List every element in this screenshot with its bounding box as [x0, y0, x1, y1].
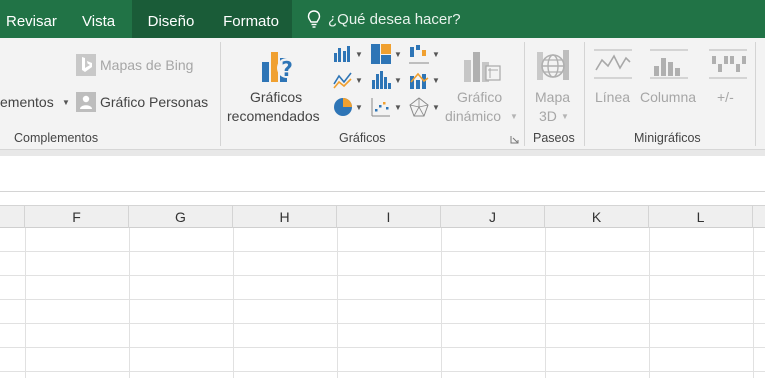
recommended-charts-label-2[interactable]: recomendados — [227, 108, 320, 124]
column-line — [753, 228, 754, 378]
column-line — [25, 228, 26, 378]
column-header-k[interactable]: K — [545, 206, 649, 228]
column-header-partial[interactable] — [0, 206, 25, 228]
my-addins-dropdown-icon[interactable]: ▼ — [62, 98, 70, 107]
my-addins-button[interactable]: ementos — [0, 94, 54, 110]
statistic-chart-icon[interactable] — [371, 70, 391, 90]
sparkline-column-icon — [650, 49, 688, 79]
sparkline-line-icon — [594, 49, 632, 79]
group-label-paseos: Paseos — [533, 131, 575, 145]
lightbulb-icon — [307, 10, 321, 28]
globe-3d-map-icon — [537, 50, 569, 80]
pivot-chart-label-1[interactable]: Gráfico — [457, 89, 502, 105]
recommended-charts-icon: ? — [262, 52, 297, 82]
column-line — [441, 228, 442, 378]
column-line — [649, 228, 650, 378]
group-label-graficos: Gráficos — [339, 131, 386, 145]
ribbon-tab-bar: Revisar Vista Diseño Formato ¿Qué desea … — [0, 0, 765, 38]
column-line — [129, 228, 130, 378]
column-chart-dropdown-icon[interactable]: ▼ — [355, 50, 363, 59]
column-line — [545, 228, 546, 378]
hierarchy-chart-icon[interactable] — [371, 44, 391, 64]
pivot-chart-label-2[interactable]: dinámico — [445, 108, 501, 124]
column-header-l[interactable]: L — [649, 206, 753, 228]
radar-chart-icon[interactable] — [409, 97, 429, 117]
column-header-i[interactable]: I — [337, 206, 441, 228]
column-header-f[interactable]: F — [25, 206, 129, 228]
statistic-chart-dropdown-icon[interactable]: ▼ — [394, 76, 402, 85]
column-line — [337, 228, 338, 378]
scatter-chart-dropdown-icon[interactable]: ▼ — [394, 103, 402, 112]
map-3d-label-1[interactable]: Mapa — [535, 89, 570, 105]
column-line — [233, 228, 234, 378]
row-line — [0, 323, 765, 324]
people-graph-button[interactable]: Gráfico Personas — [100, 94, 208, 110]
column-header-j[interactable]: J — [441, 206, 545, 228]
column-headers: F G H I J K L — [0, 205, 765, 228]
ribbon-panel: ementos ▼ Mapas de Bing Gráfico Personas… — [0, 38, 765, 150]
worksheet-grid[interactable] — [0, 228, 765, 378]
group-label-minigraficos: Minigráficos — [634, 131, 701, 145]
sparkline-winloss-button[interactable]: +/- — [717, 89, 734, 105]
line-chart-icon[interactable] — [333, 70, 353, 90]
group-separator — [755, 42, 756, 146]
sparkline-winloss-icon — [709, 49, 747, 79]
people-graph-icon — [76, 92, 96, 112]
group-separator — [524, 42, 525, 146]
waterfall-chart-dropdown-icon[interactable]: ▼ — [432, 50, 440, 59]
column-header-partial[interactable] — [753, 206, 765, 228]
row-line — [0, 251, 765, 252]
tab-revisar[interactable]: Revisar — [6, 0, 57, 38]
waterfall-chart-icon[interactable] — [409, 44, 429, 64]
svg-text:?: ? — [281, 57, 293, 81]
hierarchy-chart-dropdown-icon[interactable]: ▼ — [394, 50, 402, 59]
formula-bar-area[interactable] — [0, 150, 765, 192]
row-line — [0, 275, 765, 276]
group-label-complementos: Complementos — [14, 131, 99, 145]
pivot-chart-dropdown-icon[interactable]: ▼ — [510, 112, 518, 121]
dialog-launcher-icon[interactable] — [510, 135, 519, 144]
column-header-g[interactable]: G — [129, 206, 233, 228]
tab-vista[interactable]: Vista — [82, 0, 115, 38]
bing-maps-icon — [76, 54, 96, 76]
column-chart-icon[interactable] — [333, 45, 351, 63]
line-chart-dropdown-icon[interactable]: ▼ — [355, 76, 363, 85]
sparkline-line-button[interactable]: Línea — [595, 89, 630, 105]
row-line — [0, 371, 765, 372]
sparkline-column-button[interactable]: Columna — [640, 89, 696, 105]
combo-chart-icon[interactable] — [409, 70, 429, 90]
group-separator — [220, 42, 221, 146]
bing-maps-button[interactable]: Mapas de Bing — [100, 57, 193, 73]
pie-chart-icon[interactable] — [333, 97, 353, 117]
pivot-chart-icon — [464, 52, 501, 82]
radar-chart-dropdown-icon[interactable]: ▼ — [432, 103, 440, 112]
pie-chart-dropdown-icon[interactable]: ▼ — [355, 103, 363, 112]
map-3d-dropdown-icon[interactable]: ▼ — [561, 112, 569, 121]
row-line — [0, 299, 765, 300]
group-separator — [584, 42, 585, 146]
combo-chart-dropdown-icon[interactable]: ▼ — [432, 76, 440, 85]
scatter-chart-icon[interactable] — [371, 97, 391, 117]
tell-me-text: ¿Qué desea hacer? — [328, 10, 461, 28]
map-3d-label-2[interactable]: 3D — [539, 108, 557, 124]
ribbon-shadow — [0, 150, 765, 156]
recommended-charts-label-1[interactable]: Gráficos — [250, 89, 302, 105]
tab-diseno[interactable]: Diseño — [132, 0, 210, 38]
tab-formato[interactable]: Formato — [210, 0, 292, 38]
tell-me-box[interactable]: ¿Qué desea hacer? — [306, 0, 461, 38]
row-line — [0, 347, 765, 348]
column-header-h[interactable]: H — [233, 206, 337, 228]
